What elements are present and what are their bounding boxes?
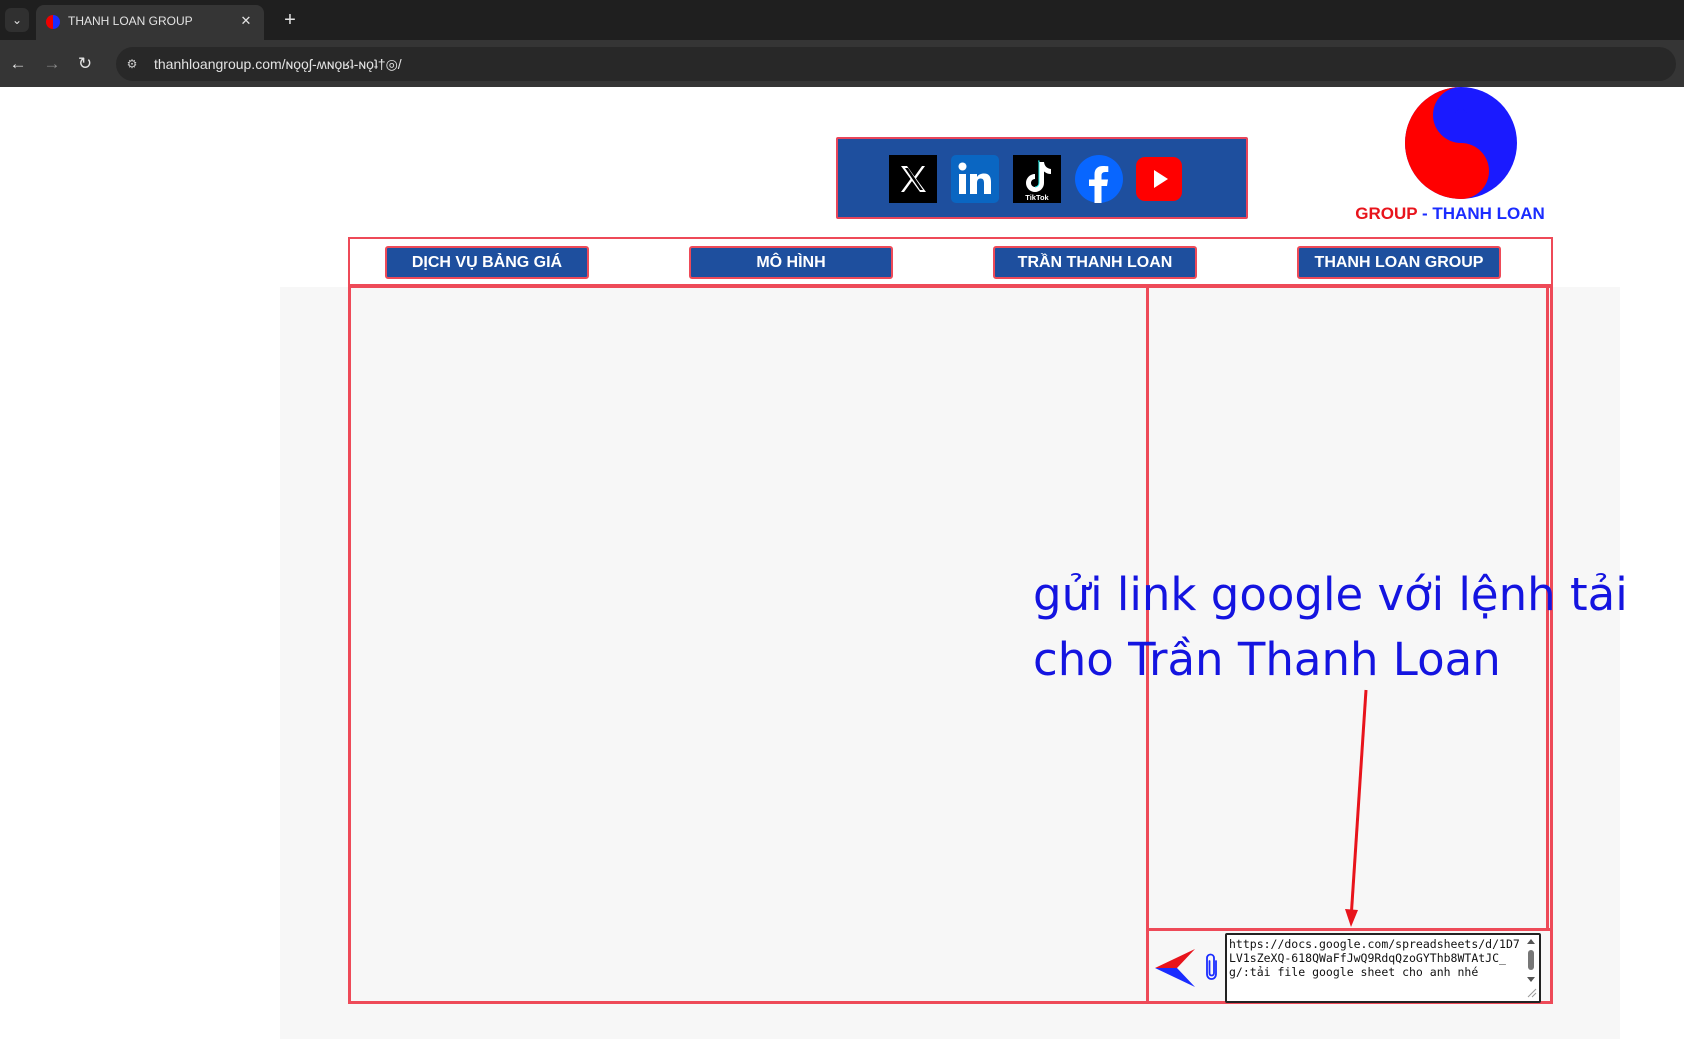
- message-input-value[interactable]: https://docs.google.com/spreadsheets/d/1…: [1229, 937, 1525, 979]
- back-arrow-icon[interactable]: ←: [6, 52, 30, 76]
- close-tab-icon[interactable]: ✕: [236, 11, 256, 31]
- logo-text-name: THANH LOAN: [1432, 204, 1545, 223]
- reload-icon[interactable]: ↻: [73, 52, 97, 76]
- tab-title: THANH LOAN GROUP: [68, 14, 193, 28]
- send-icon[interactable]: [1153, 947, 1197, 989]
- nav-mo-hinh[interactable]: MÔ HÌNH: [689, 246, 893, 279]
- browser-tab[interactable]: THANH LOAN GROUP ✕: [36, 5, 264, 40]
- address-bar[interactable]: ⚙ thanhloangroup.com/ɴǫǫʃ-ʍɴǫʁʇ-ɴǫʇ†◎/: [116, 47, 1676, 81]
- annotation-text: gửi link google với lệnh tải cho Trần Th…: [1033, 568, 1628, 686]
- facebook-icon[interactable]: [1074, 154, 1124, 204]
- nav-dich-vu-bang-gia[interactable]: DỊCH VỤ BẢNG GIÁ: [385, 246, 589, 279]
- main-navigation: DỊCH VỤ BẢNG GIÁ MÔ HÌNH TRẦN THANH LOAN…: [348, 237, 1553, 286]
- tiktok-label: TikTok: [1025, 193, 1049, 202]
- site-settings-icon[interactable]: ⚙: [124, 56, 140, 72]
- browser-toolbar: ← → ↻ ⚙ thanhloangroup.com/ɴǫǫʃ-ʍɴǫʁʇ-ɴǫ…: [0, 40, 1684, 87]
- logo-text: GROUP - THANH LOAN: [1350, 204, 1550, 224]
- tiktok-icon[interactable]: TikTok: [1012, 154, 1062, 204]
- chat-input-bar: https://docs.google.com/spreadsheets/d/1…: [1149, 928, 1550, 1003]
- site-favicon-icon: [46, 15, 60, 29]
- x-icon[interactable]: [888, 154, 938, 204]
- youtube-icon[interactable]: [1134, 154, 1184, 204]
- attachment-icon[interactable]: [1201, 950, 1223, 984]
- forward-arrow-icon[interactable]: →: [40, 52, 64, 76]
- new-tab-icon[interactable]: +: [278, 8, 302, 32]
- logo-text-separator: -: [1417, 204, 1433, 223]
- thanh-loan-group-logo[interactable]: GROUP - THANH LOAN: [1350, 87, 1550, 231]
- tab-search-menu-icon[interactable]: ⌄: [5, 8, 29, 32]
- browser-tabstrip: ⌄ THANH LOAN GROUP ✕ +: [0, 0, 1684, 40]
- nav-thanh-loan-group[interactable]: THANH LOAN GROUP: [1297, 246, 1501, 279]
- social-links-bar: TikTok: [836, 137, 1248, 219]
- message-scrollbar[interactable]: [1525, 937, 1537, 999]
- yin-yang-logo-icon: [1405, 87, 1517, 199]
- url-text[interactable]: thanhloangroup.com/ɴǫǫʃ-ʍɴǫʁʇ-ɴǫʇ†◎/: [154, 56, 402, 73]
- linkedin-icon[interactable]: [950, 154, 1000, 204]
- message-input[interactable]: https://docs.google.com/spreadsheets/d/1…: [1225, 933, 1541, 1003]
- nav-tran-thanh-loan[interactable]: TRẦN THANH LOAN: [993, 246, 1197, 279]
- logo-text-group: GROUP: [1355, 204, 1418, 223]
- page-viewport: TikTok GROUP - THANH LOAN DỊCH VỤ BẢNG G…: [0, 87, 1684, 1039]
